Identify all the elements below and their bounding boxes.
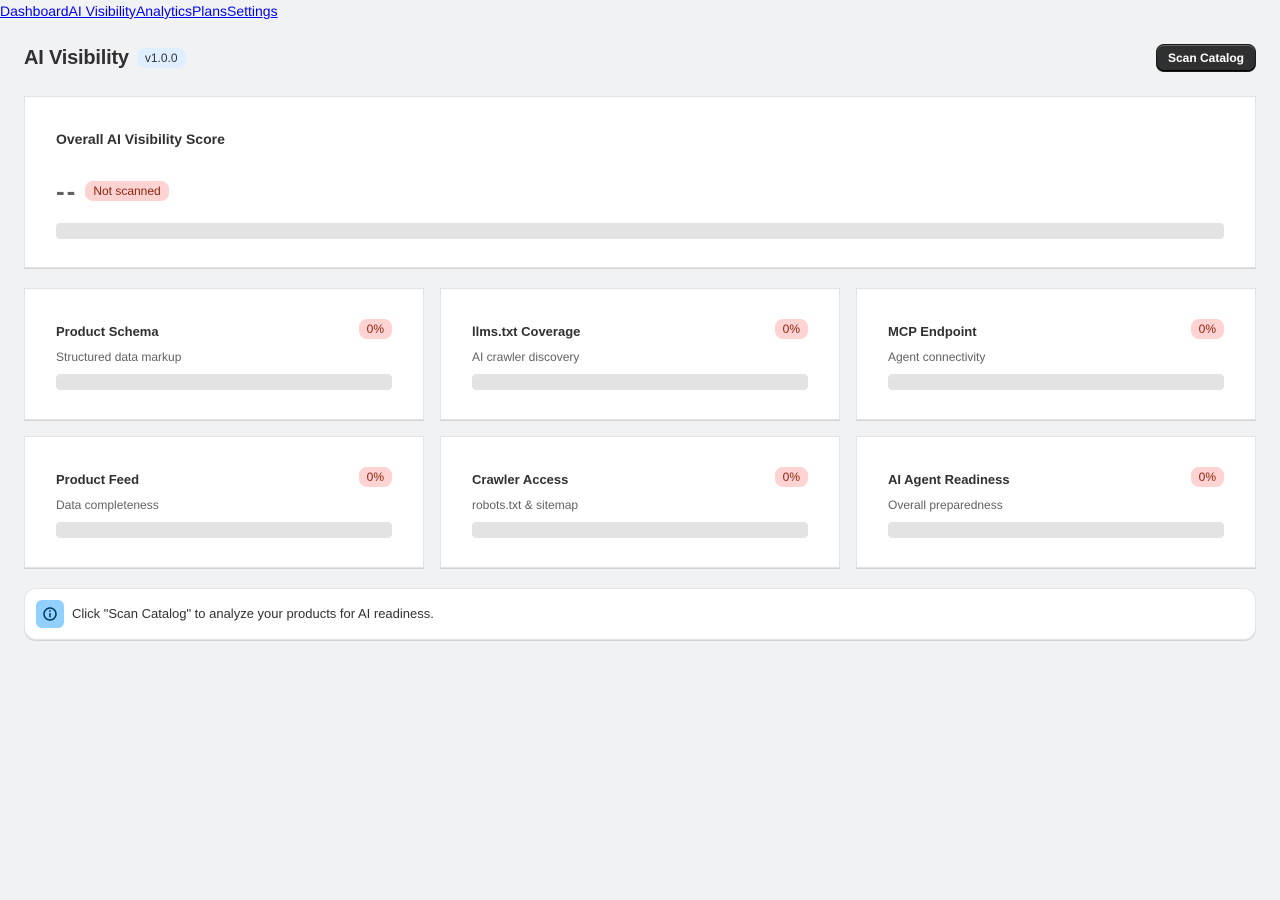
metric-progress-bar [888, 374, 1224, 390]
metric-progress-bar [888, 522, 1224, 538]
metric-card-crawler-access: Crawler Access 0% robots.txt & sitemap [440, 436, 840, 568]
nav-link-plans[interactable]: Plans [192, 3, 227, 19]
metric-subtitle: Overall preparedness [888, 498, 1003, 512]
overall-progress-bar [56, 223, 1224, 239]
score-row: -- Not scanned [56, 176, 1224, 206]
scan-status-badge: Not scanned [85, 181, 169, 201]
nav-link-ai-visibility[interactable]: AI Visibility [69, 3, 136, 19]
metric-progress-bar [56, 522, 392, 538]
title-group: AI Visibility v1.0.0 [24, 47, 186, 70]
metric-title: llms.txt Coverage [472, 323, 581, 339]
page-header: AI Visibility v1.0.0 Scan Catalog [24, 44, 1256, 72]
info-icon [36, 600, 64, 628]
overall-score-heading: Overall AI Visibility Score [56, 131, 225, 147]
metric-title: Product Schema [56, 323, 159, 339]
nav-link-analytics[interactable]: Analytics [136, 3, 192, 19]
metric-card-llms-txt-coverage: llms.txt Coverage 0% AI crawler discover… [440, 288, 840, 420]
scan-catalog-button[interactable]: Scan Catalog [1155, 44, 1256, 72]
metric-subtitle: Structured data markup [56, 350, 182, 364]
metric-percent-badge: 0% [358, 467, 392, 487]
overall-score-card: Overall AI Visibility Score -- Not scann… [24, 96, 1256, 268]
metric-subtitle: AI crawler discovery [472, 350, 580, 364]
info-banner: Click "Scan Catalog" to analyze your pro… [24, 588, 1256, 640]
info-banner-text: Click "Scan Catalog" to analyze your pro… [72, 606, 434, 621]
metric-title: MCP Endpoint [888, 323, 977, 339]
version-badge: v1.0.0 [136, 48, 186, 68]
metric-card-ai-agent-readiness: AI Agent Readiness 0% Overall preparedne… [856, 436, 1256, 568]
metric-percent-badge: 0% [1190, 467, 1224, 487]
metric-title: Product Feed [56, 471, 140, 487]
metric-subtitle: Agent connectivity [888, 350, 986, 364]
metric-progress-bar [472, 522, 808, 538]
metric-title: AI Agent Readiness [888, 471, 1010, 487]
metric-progress-bar [56, 374, 392, 390]
metric-subtitle: Data completeness [56, 498, 159, 512]
metric-percent-badge: 0% [1190, 319, 1224, 339]
page-title: AI Visibility [24, 46, 129, 69]
top-nav: Dashboard AI Visibility Analytics Plans … [0, 3, 278, 19]
metric-subtitle: robots.txt & sitemap [472, 498, 579, 512]
overall-score-value: -- [56, 176, 78, 206]
metric-title: Crawler Access [472, 471, 569, 487]
metric-card-product-schema: Product Schema 0% Structured data markup [24, 288, 424, 420]
metric-percent-badge: 0% [358, 319, 392, 339]
metric-progress-bar [472, 374, 808, 390]
metric-card-mcp-endpoint: MCP Endpoint 0% Agent connectivity [856, 288, 1256, 420]
metric-card-product-feed: Product Feed 0% Data completeness [24, 436, 424, 568]
metric-percent-badge: 0% [774, 467, 808, 487]
nav-link-settings[interactable]: Settings [227, 3, 278, 19]
metric-percent-badge: 0% [774, 319, 808, 339]
nav-link-dashboard[interactable]: Dashboard [0, 3, 69, 19]
